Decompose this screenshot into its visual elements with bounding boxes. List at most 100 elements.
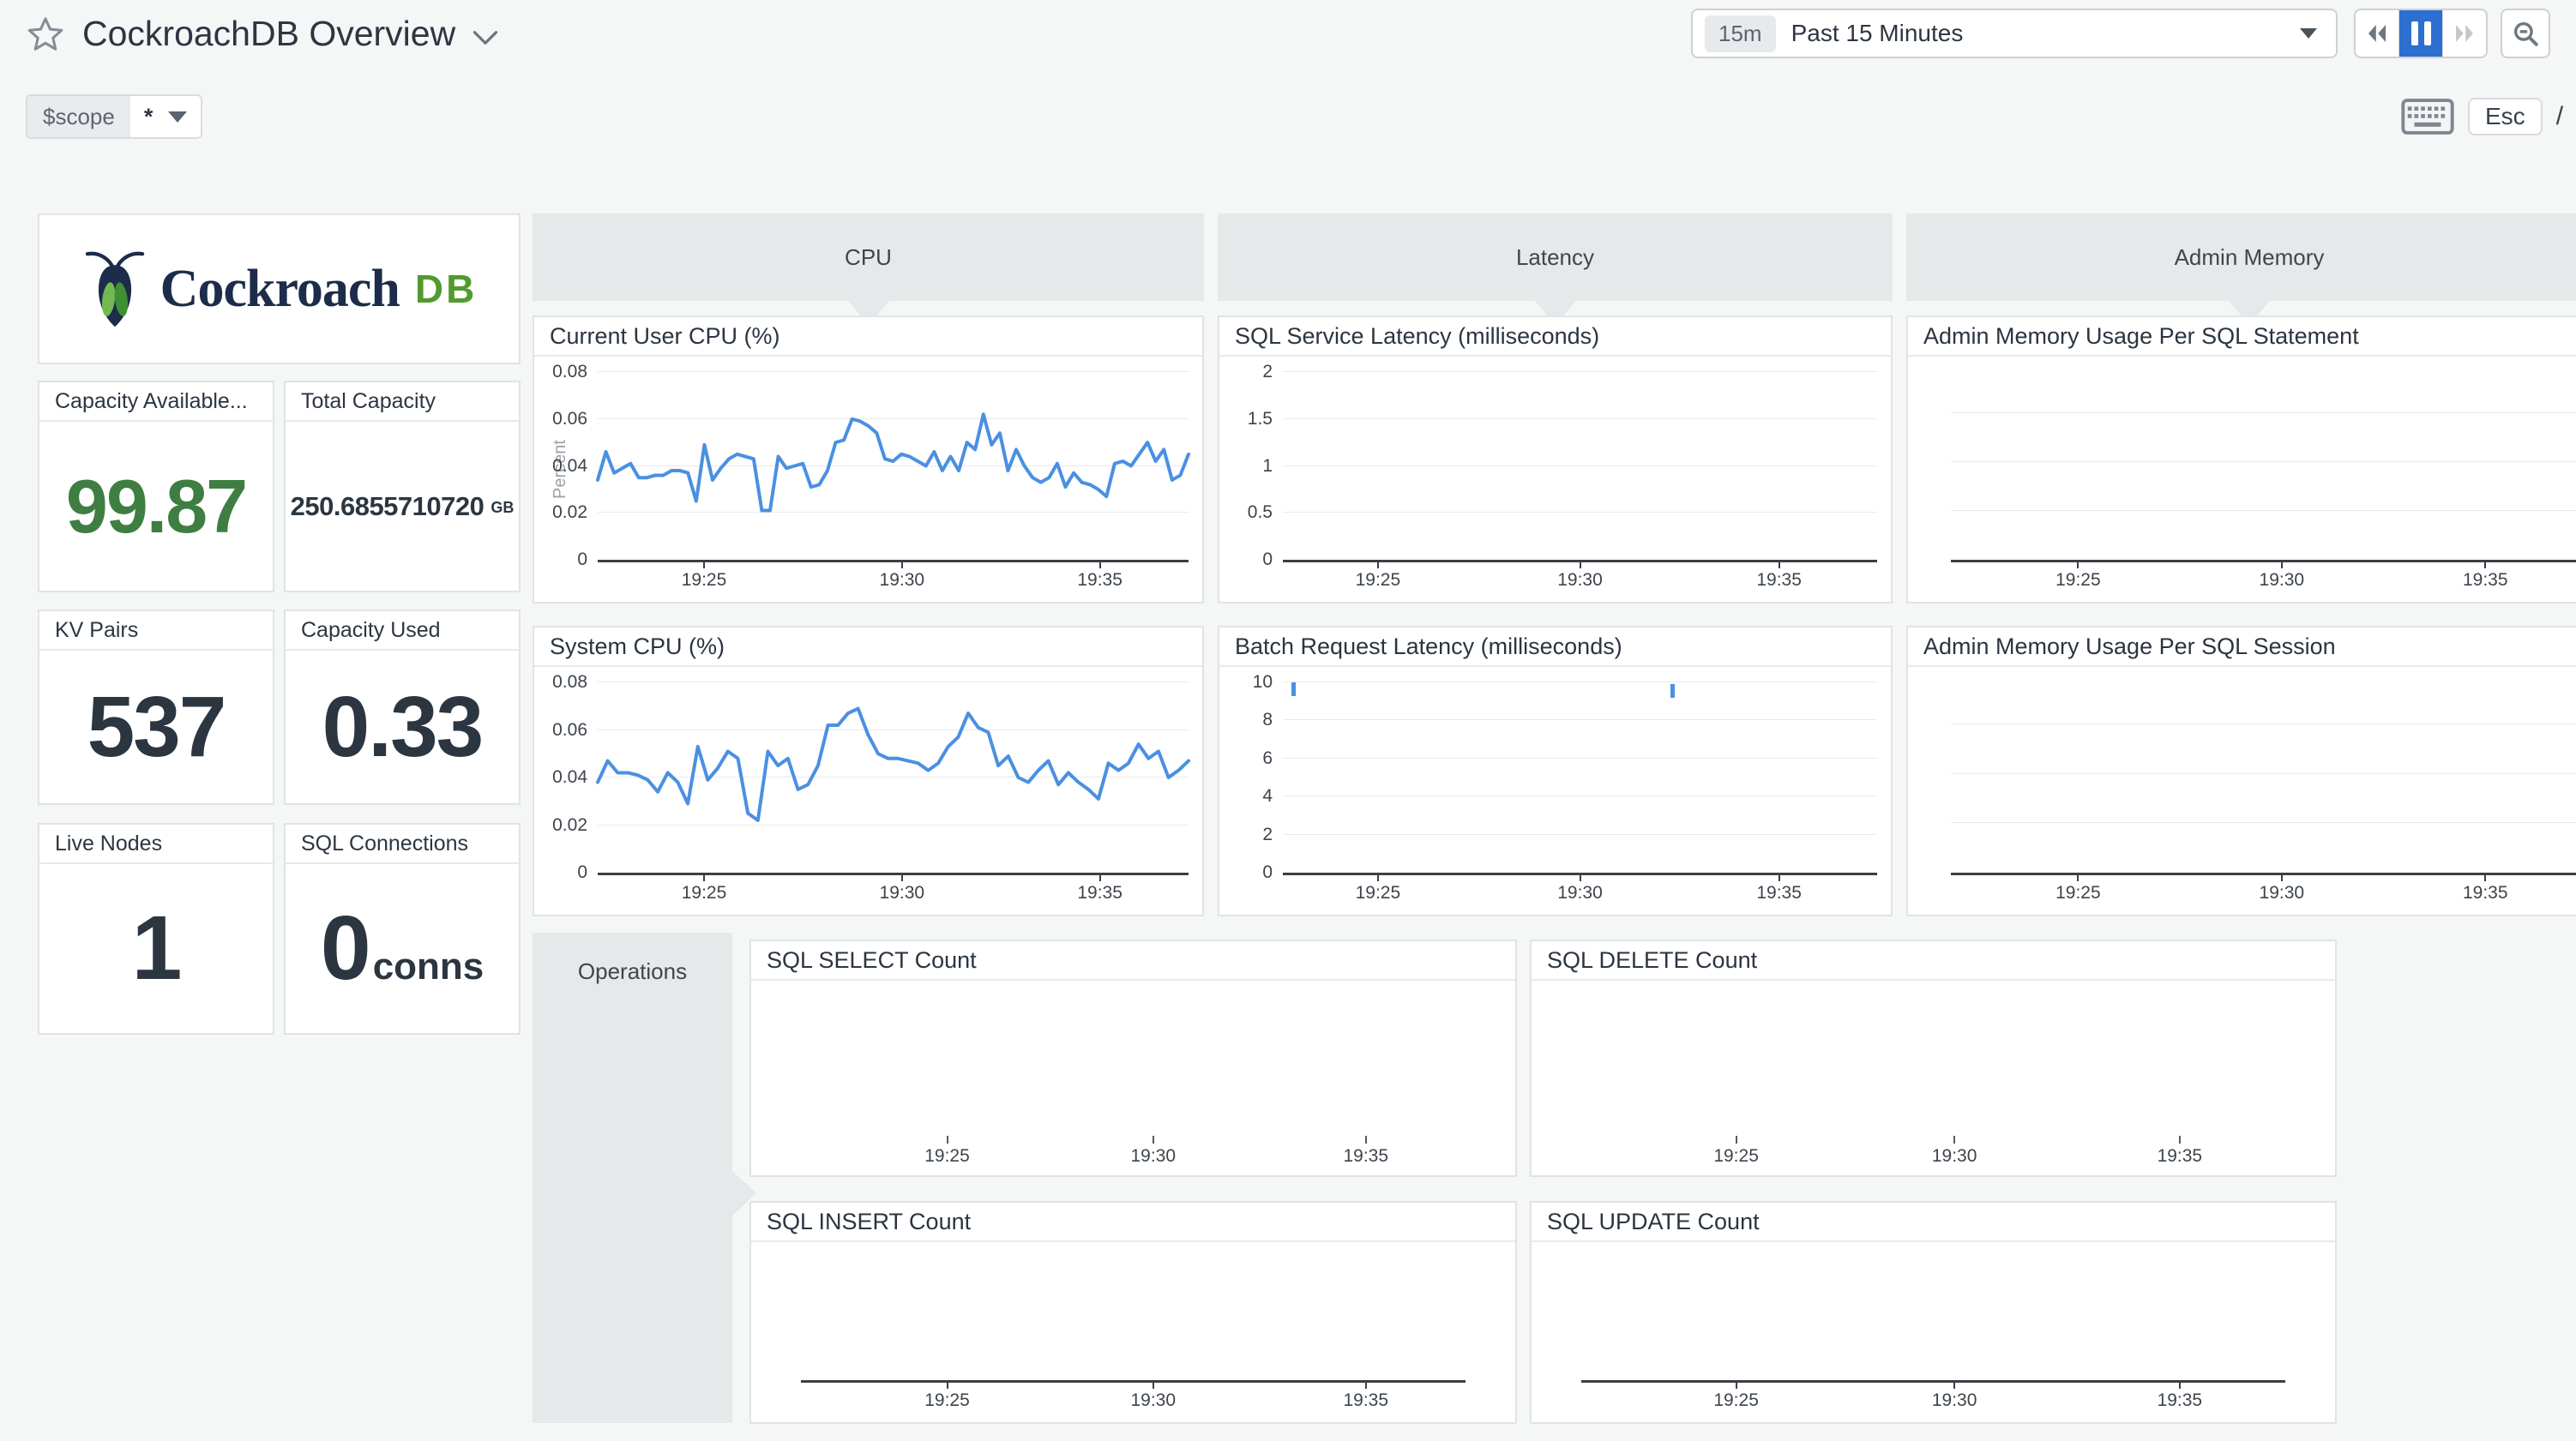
star-icon[interactable] (26, 15, 65, 54)
chart-sql-update-count[interactable]: SQL UPDATE Count 19:2519:3019:35 (1530, 1201, 2337, 1424)
plot-area[interactable]: 19:2519:3019:35 (1951, 372, 2576, 562)
x-tick-label: 19:35 (2463, 883, 2508, 904)
pause-button[interactable] (2399, 10, 2443, 57)
x-tick-mark (1153, 1380, 1154, 1389)
gridline (1283, 465, 1877, 466)
gridline (1951, 461, 2576, 462)
stat-card-capacity-available[interactable]: Capacity Available... 99.87 (38, 381, 274, 592)
logo-wordmark: Cockroach (160, 259, 400, 320)
x-tick-label: 19:35 (1343, 1146, 1388, 1167)
chart-sql-insert-count[interactable]: SQL INSERT Count 19:2519:3019:35 (749, 1201, 1517, 1424)
y-tick-label: 0.08 (552, 672, 587, 693)
y-tick-label: 8 (1262, 710, 1273, 730)
time-range-badge: 15m (1705, 15, 1776, 52)
plot-area[interactable]: 19:2519:3019:35 (801, 1252, 1466, 1383)
x-tick-label: 19:35 (1756, 883, 1802, 904)
template-variable-scope[interactable]: $scope * (26, 94, 202, 139)
x-tick-label: 19:30 (2260, 883, 2305, 904)
x-tick-mark (2484, 560, 2486, 568)
y-tick-label: 0.02 (552, 815, 587, 836)
y-tick-label: 0.5 (1248, 502, 1273, 523)
chart-admin-memory-per-sql-session[interactable]: Admin Memory Usage Per SQL Session 19:25… (1906, 626, 2576, 916)
x-tick-mark (1580, 560, 1581, 568)
x-tick-label: 19:25 (2055, 883, 2101, 904)
keyboard-icon[interactable] (2401, 98, 2454, 135)
chart-batch-request-latency[interactable]: Batch Request Latency (milliseconds) 024… (1218, 626, 1893, 916)
y-tick-label: 0.04 (552, 767, 587, 788)
x-tick-mark (901, 873, 903, 881)
plot-area[interactable]: 19:2519:3019:35 (801, 991, 1466, 1136)
y-tick-label: 0.04 (552, 456, 587, 477)
shortcut-bar: Esc / (2401, 96, 2576, 137)
plot-area[interactable]: 00.511.5219:2519:3019:35 (1283, 372, 1877, 562)
gridline (1951, 773, 2576, 774)
x-tick-label: 19:30 (880, 570, 925, 591)
plot-area[interactable]: 19:2519:3019:35 (1951, 682, 2576, 875)
stat-card-total-capacity[interactable]: Total Capacity 250.6855710720 GB (284, 381, 521, 592)
plot-area[interactable]: 00.020.040.060.0819:2519:3019:35 (598, 372, 1189, 562)
plot-area[interactable]: 00.020.040.060.0819:2519:3019:35 (598, 682, 1189, 875)
y-tick-label: 10 (1253, 672, 1273, 693)
chart-admin-memory-per-sql-statement[interactable]: Admin Memory Usage Per SQL Statement 19:… (1906, 315, 2576, 603)
x-tick-mark (2077, 873, 2079, 881)
x-tick-mark (1153, 1136, 1154, 1144)
y-tick-label: 0.08 (552, 362, 587, 382)
x-tick-mark (703, 560, 705, 568)
x-tick-mark (2281, 560, 2283, 568)
y-tick-label: 0 (1262, 862, 1273, 883)
skip-forward-button[interactable] (2443, 10, 2486, 57)
x-tick-label: 19:35 (1077, 570, 1122, 591)
x-tick-mark (947, 1380, 948, 1389)
x-tick-label: 19:30 (880, 883, 925, 904)
stat-card-sql-connections[interactable]: SQL Connections 0 conns (284, 823, 521, 1035)
stat-card-live-nodes[interactable]: Live Nodes 1 (38, 823, 274, 1035)
x-tick-mark (1099, 560, 1101, 568)
x-tick-mark (1365, 1380, 1367, 1389)
x-tick-label: 19:25 (1356, 570, 1401, 591)
gridline (1951, 822, 2576, 823)
plot-area[interactable]: 024681019:2519:3019:35 (1283, 682, 1877, 875)
time-range-picker[interactable]: 15m Past 15 Minutes (1691, 9, 2338, 58)
y-tick-label: 6 (1262, 748, 1273, 769)
stat-title: KV Pairs (39, 611, 273, 651)
scope-variable-value[interactable]: * (130, 96, 202, 137)
group-header-latency: Latency (1218, 213, 1893, 301)
x-tick-mark (1736, 1380, 1737, 1389)
x-tick-mark (1953, 1380, 1955, 1389)
chart-sql-select-count[interactable]: SQL SELECT Count 19:2519:3019:35 (749, 940, 1517, 1177)
dashboard-screen: CockroachDB Overview 15m Past 15 Minutes (0, 0, 2576, 1441)
plot-area[interactable]: 19:2519:3019:35 (1581, 1252, 2285, 1383)
x-tick-label: 19:25 (1356, 883, 1401, 904)
y-tick-label: 2 (1262, 362, 1273, 382)
stat-card-kv-pairs[interactable]: KV Pairs 537 (38, 609, 274, 805)
chart-sql-delete-count[interactable]: SQL DELETE Count 19:2519:3019:35 (1530, 940, 2337, 1177)
line-series (598, 372, 1189, 560)
plot-area[interactable]: 19:2519:3019:35 (1581, 991, 2285, 1136)
esc-key-badge[interactable]: Esc (2468, 98, 2543, 135)
slash-separator: / (2556, 102, 2563, 131)
y-tick-label: 2 (1262, 825, 1273, 845)
x-tick-label: 19:35 (1756, 570, 1802, 591)
x-tick-label: 19:30 (1932, 1146, 1977, 1167)
cockroachdb-logo-card[interactable]: Cockroach DB (38, 213, 521, 364)
stat-value: 250.6855710720 (291, 491, 485, 522)
pause-icon (2411, 21, 2431, 45)
stat-value: 537 (87, 678, 226, 777)
x-tick-label: 19:35 (1343, 1390, 1388, 1411)
x-tick-label: 19:35 (2463, 570, 2508, 591)
group-label: Admin Memory (2175, 244, 2325, 271)
x-tick-mark (1099, 873, 1101, 881)
chart-sql-service-latency[interactable]: SQL Service Latency (milliseconds) 00.51… (1218, 315, 1893, 603)
y-tick-label: 0.02 (552, 502, 587, 523)
chart-current-user-cpu[interactable]: Current User CPU (%) Percent 00.020.040.… (533, 315, 1204, 603)
chart-system-cpu[interactable]: System CPU (%) 00.020.040.060.0819:2519:… (533, 626, 1204, 916)
stat-unit: conns (373, 946, 485, 988)
data-mark (1670, 684, 1675, 698)
skip-back-button[interactable] (2356, 10, 2399, 57)
zoom-out-button[interactable] (2501, 9, 2550, 58)
stat-title: Live Nodes (39, 825, 273, 864)
stat-card-capacity-used[interactable]: Capacity Used 0.33 (284, 609, 521, 805)
x-tick-mark (1736, 1136, 1737, 1144)
skip-back-icon (2364, 21, 2390, 46)
chevron-down-icon[interactable] (472, 29, 498, 46)
